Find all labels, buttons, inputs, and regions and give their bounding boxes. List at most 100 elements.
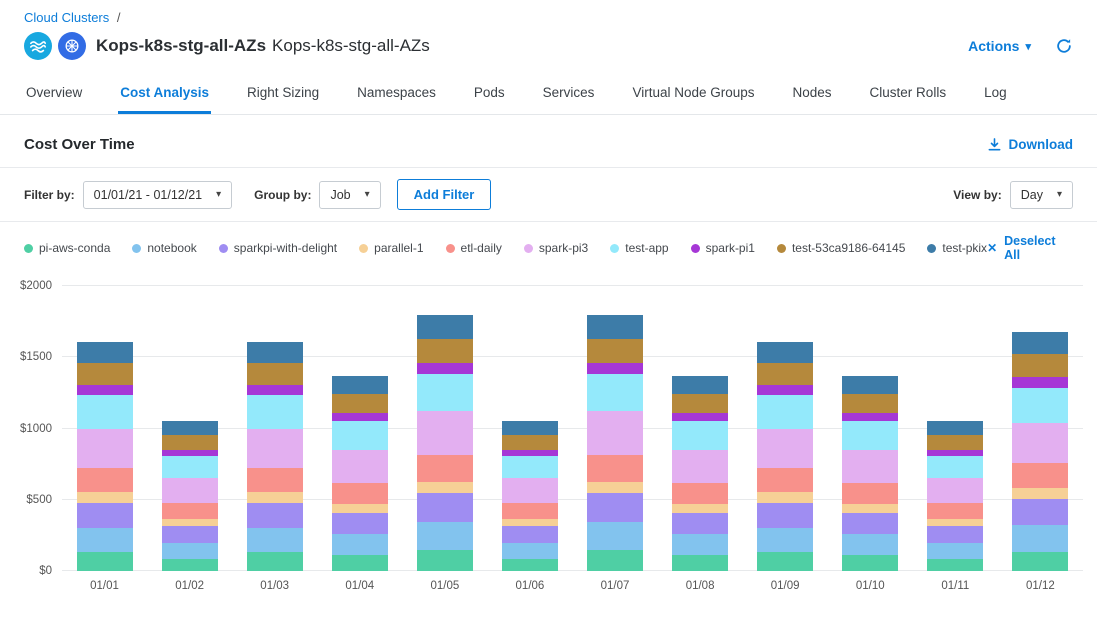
bar-segment-spark-pi3[interactable]	[927, 478, 983, 504]
bar-segment-parallel-1[interactable]	[672, 504, 728, 513]
bar-segment-etl-daily[interactable]	[757, 468, 813, 492]
refresh-icon[interactable]	[1055, 37, 1073, 55]
bar-segment-test-app[interactable]	[77, 395, 133, 428]
bar-segment-notebook[interactable]	[162, 543, 218, 559]
bar-01/03[interactable]	[247, 342, 303, 571]
bar-segment-notebook[interactable]	[1012, 525, 1068, 551]
bar-segment-test-pkix[interactable]	[1012, 332, 1068, 355]
bar-segment-notebook[interactable]	[842, 534, 898, 555]
bar-segment-etl-daily[interactable]	[502, 503, 558, 519]
bar-segment-pi-aws-conda[interactable]	[927, 559, 983, 571]
bar-01/02[interactable]	[162, 421, 218, 571]
bar-segment-parallel-1[interactable]	[1012, 488, 1068, 499]
bar-segment-parallel-1[interactable]	[927, 519, 983, 526]
bar-segment-parallel-1[interactable]	[757, 492, 813, 503]
bar-segment-test-53ca9186-64145[interactable]	[502, 435, 558, 449]
legend-item-pi-aws-conda[interactable]: pi-aws-conda	[24, 241, 110, 255]
bar-segment-spark-pi3[interactable]	[77, 429, 133, 468]
bar-segment-pi-aws-conda[interactable]	[502, 559, 558, 571]
bar-01/10[interactable]	[842, 376, 898, 571]
bar-01/01[interactable]	[77, 342, 133, 571]
bar-segment-sparkpi-with-delight[interactable]	[587, 493, 643, 522]
bar-segment-sparkpi-with-delight[interactable]	[247, 503, 303, 528]
bar-segment-test-app[interactable]	[842, 421, 898, 450]
bar-segment-test-53ca9186-64145[interactable]	[1012, 354, 1068, 377]
tab-right-sizing[interactable]: Right Sizing	[245, 75, 321, 114]
bar-segment-pi-aws-conda[interactable]	[842, 555, 898, 571]
tab-cluster-rolls[interactable]: Cluster Rolls	[868, 75, 949, 114]
bar-segment-sparkpi-with-delight[interactable]	[77, 503, 133, 528]
bar-segment-notebook[interactable]	[587, 522, 643, 551]
bar-segment-spark-pi1[interactable]	[332, 413, 388, 422]
bar-segment-spark-pi3[interactable]	[672, 450, 728, 483]
bar-segment-test-pkix[interactable]	[332, 376, 388, 395]
bar-segment-test-app[interactable]	[162, 456, 218, 477]
bar-01/12[interactable]	[1012, 332, 1068, 571]
bar-segment-spark-pi1[interactable]	[927, 450, 983, 457]
bar-segment-spark-pi1[interactable]	[77, 385, 133, 395]
bar-segment-test-53ca9186-64145[interactable]	[332, 394, 388, 413]
bar-segment-spark-pi1[interactable]	[672, 413, 728, 422]
bar-segment-spark-pi1[interactable]	[417, 363, 473, 374]
bar-segment-test-pkix[interactable]	[162, 421, 218, 435]
date-range-select[interactable]: 01/01/21 - 01/12/21 ▾	[83, 181, 232, 209]
bar-segment-test-app[interactable]	[672, 421, 728, 450]
bar-segment-etl-daily[interactable]	[417, 455, 473, 482]
bar-segment-spark-pi1[interactable]	[842, 413, 898, 422]
bar-segment-etl-daily[interactable]	[587, 455, 643, 482]
bar-segment-sparkpi-with-delight[interactable]	[672, 513, 728, 534]
bar-segment-etl-daily[interactable]	[842, 483, 898, 504]
bar-segment-spark-pi1[interactable]	[587, 363, 643, 374]
bar-segment-pi-aws-conda[interactable]	[417, 550, 473, 571]
bar-segment-etl-daily[interactable]	[927, 503, 983, 519]
bar-segment-pi-aws-conda[interactable]	[77, 552, 133, 571]
bar-segment-notebook[interactable]	[502, 543, 558, 559]
bar-segment-test-53ca9186-64145[interactable]	[757, 363, 813, 385]
bar-segment-sparkpi-with-delight[interactable]	[502, 526, 558, 542]
tab-pods[interactable]: Pods	[472, 75, 507, 114]
bar-segment-etl-daily[interactable]	[247, 468, 303, 492]
bar-segment-notebook[interactable]	[77, 528, 133, 553]
bar-segment-pi-aws-conda[interactable]	[247, 552, 303, 571]
bar-segment-notebook[interactable]	[247, 528, 303, 553]
bar-segment-test-53ca9186-64145[interactable]	[672, 394, 728, 413]
bar-segment-test-app[interactable]	[247, 395, 303, 428]
bar-segment-spark-pi3[interactable]	[587, 411, 643, 454]
bar-01/11[interactable]	[927, 421, 983, 571]
bar-01/08[interactable]	[672, 376, 728, 571]
bar-segment-test-app[interactable]	[587, 374, 643, 411]
bar-segment-test-pkix[interactable]	[502, 421, 558, 435]
tab-log[interactable]: Log	[982, 75, 1009, 114]
bar-01/07[interactable]	[587, 315, 643, 571]
bar-segment-test-53ca9186-64145[interactable]	[927, 435, 983, 449]
bar-segment-test-53ca9186-64145[interactable]	[162, 435, 218, 449]
tab-cost-analysis[interactable]: Cost Analysis	[118, 75, 211, 114]
bar-segment-spark-pi1[interactable]	[247, 385, 303, 395]
bar-segment-test-app[interactable]	[757, 395, 813, 428]
bar-segment-spark-pi1[interactable]	[162, 450, 218, 457]
legend-item-etl-daily[interactable]: etl-daily	[446, 241, 502, 255]
bar-segment-parallel-1[interactable]	[417, 482, 473, 493]
legend-item-notebook[interactable]: notebook	[132, 241, 196, 255]
legend-item-parallel-1[interactable]: parallel-1	[359, 241, 423, 255]
bar-segment-test-53ca9186-64145[interactable]	[417, 339, 473, 363]
bar-segment-pi-aws-conda[interactable]	[757, 552, 813, 571]
bar-segment-etl-daily[interactable]	[1012, 463, 1068, 488]
bar-segment-etl-daily[interactable]	[672, 483, 728, 504]
bar-segment-pi-aws-conda[interactable]	[332, 555, 388, 571]
bar-segment-spark-pi1[interactable]	[1012, 377, 1068, 388]
bar-segment-etl-daily[interactable]	[332, 483, 388, 504]
actions-button[interactable]: Actions ▾	[968, 38, 1031, 54]
bar-segment-notebook[interactable]	[757, 528, 813, 553]
bar-segment-sparkpi-with-delight[interactable]	[927, 526, 983, 542]
bar-segment-parallel-1[interactable]	[502, 519, 558, 526]
bar-segment-pi-aws-conda[interactable]	[672, 555, 728, 571]
bar-01/06[interactable]	[502, 421, 558, 571]
bar-segment-pi-aws-conda[interactable]	[587, 550, 643, 571]
bar-segment-notebook[interactable]	[672, 534, 728, 555]
bar-segment-spark-pi3[interactable]	[417, 411, 473, 454]
bar-segment-test-pkix[interactable]	[247, 342, 303, 363]
bar-segment-test-pkix[interactable]	[757, 342, 813, 363]
download-button[interactable]: Download	[987, 137, 1074, 152]
bar-01/05[interactable]	[417, 315, 473, 571]
